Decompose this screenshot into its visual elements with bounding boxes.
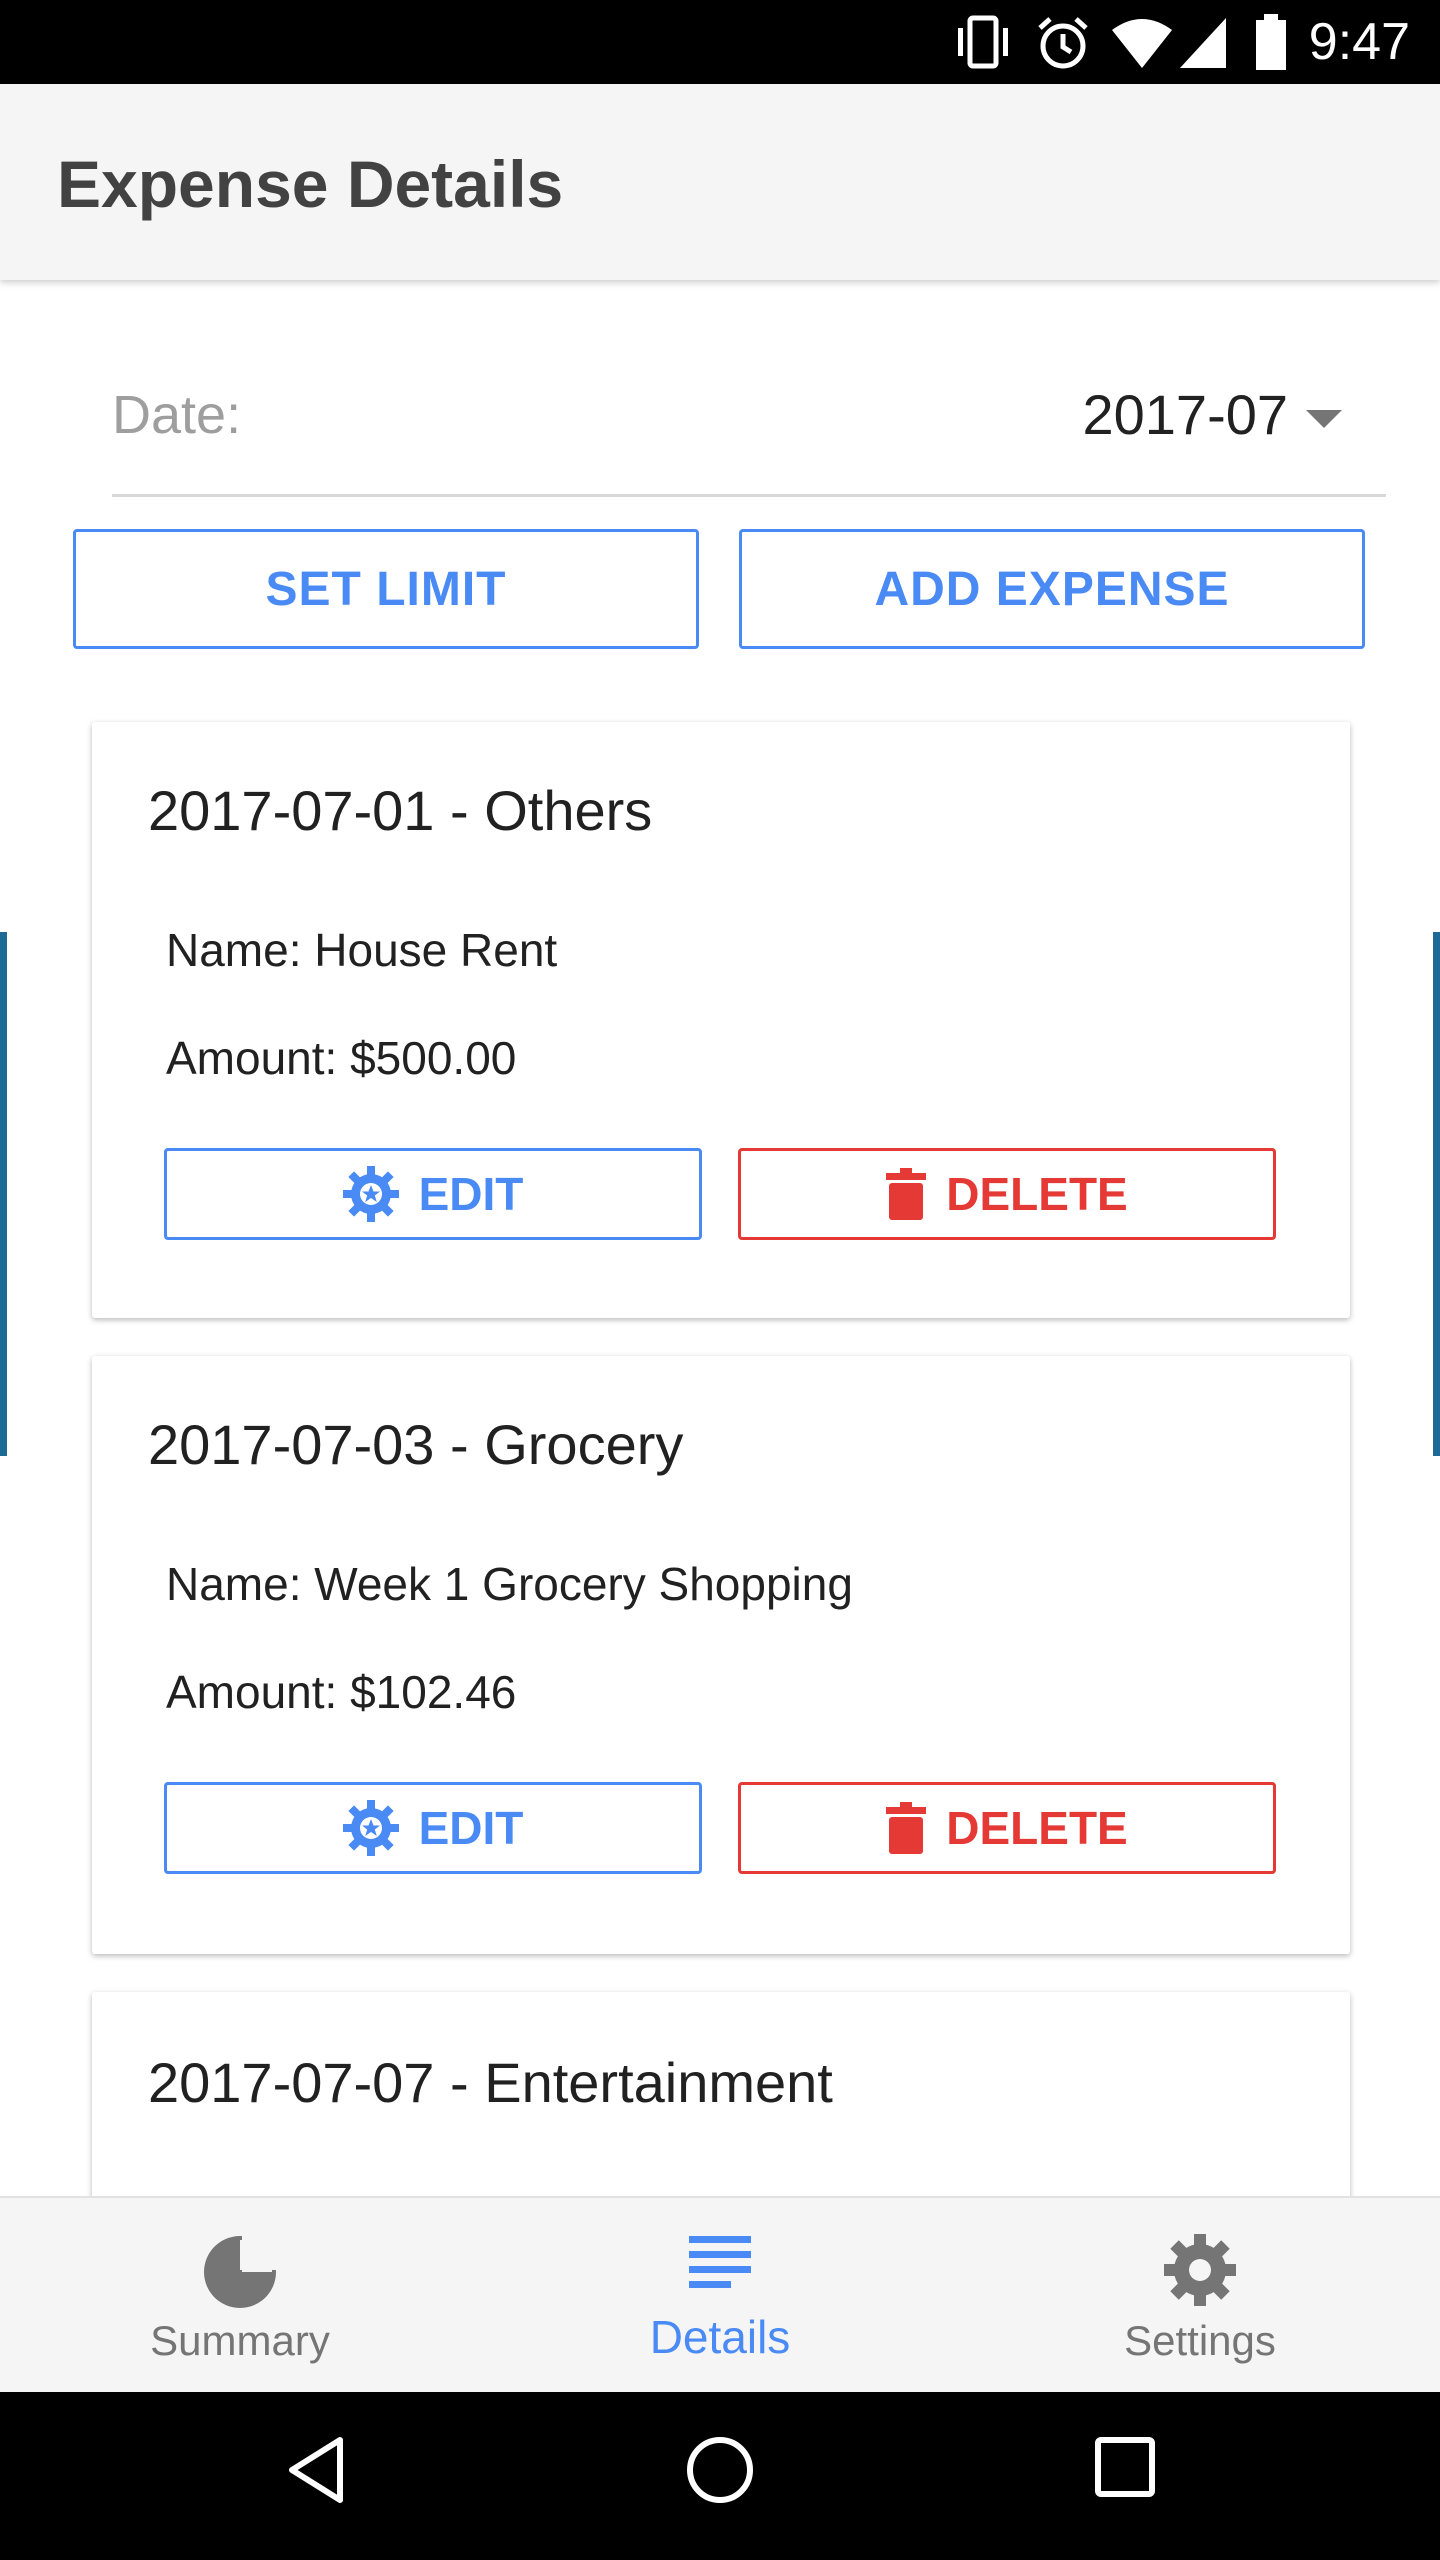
expense-title: 2017-07-01 - Others: [148, 779, 653, 842]
nav-summary[interactable]: Summary: [90, 2198, 390, 2394]
expense-name: Name: Week 1 Grocery Shopping: [166, 1558, 853, 1610]
expense-amount: Amount: $500.00: [166, 1032, 517, 1084]
bottom-navigation: Summary Details Settings: [0, 2196, 1440, 2392]
delete-button[interactable]: DELETE: [738, 1782, 1276, 1874]
pie-chart-icon: [202, 2234, 278, 2315]
expense-card: 2017-07-01 - Others Name: House Rent Amo…: [92, 722, 1350, 1318]
system-navigation-bar: [0, 2392, 1440, 2560]
dropdown-arrow-icon[interactable]: [1306, 410, 1342, 428]
expense-title: 2017-07-07 - Entertainment: [148, 2051, 833, 2114]
app-bar: Expense Details: [0, 84, 1440, 280]
recents-icon[interactable]: [1094, 2436, 1156, 2503]
wifi-icon: [1110, 14, 1174, 75]
nav-label: Summary: [150, 2317, 330, 2364]
right-edge-indicator: [1433, 932, 1440, 1456]
edit-button[interactable]: EDIT: [164, 1782, 702, 1874]
vibrate-icon: [950, 14, 1016, 75]
list-icon: [689, 2234, 751, 2299]
page-title: Expense Details: [57, 147, 564, 221]
nav-details[interactable]: Details: [570, 2198, 870, 2394]
trash-icon: [886, 1802, 927, 1854]
nav-settings[interactable]: Settings: [1050, 2198, 1350, 2394]
date-picker[interactable]: Date: 2017-07: [112, 370, 1386, 497]
status-time: 9:47: [1308, 13, 1410, 71]
delete-label: DELETE: [946, 1802, 1128, 1854]
edit-label: EDIT: [418, 1168, 524, 1220]
status-bar: 9:47: [0, 0, 1440, 84]
expense-card: 2017-07-03 - Grocery Name: Week 1 Grocer…: [92, 1356, 1350, 1954]
add-expense-button[interactable]: ADD EXPENSE: [739, 529, 1365, 649]
left-edge-indicator: [0, 932, 7, 1456]
expense-name: Name: House Rent: [166, 924, 558, 976]
alarm-icon: [1034, 14, 1092, 77]
gear-icon: [1164, 2234, 1236, 2311]
delete-label: DELETE: [946, 1168, 1128, 1220]
trash-icon: [886, 1168, 927, 1220]
edit-button[interactable]: EDIT: [164, 1148, 702, 1240]
home-icon[interactable]: [686, 2436, 754, 2509]
gear-icon: [342, 1166, 399, 1222]
back-icon[interactable]: [286, 2436, 346, 2509]
expense-amount: Amount: $102.46: [166, 1666, 517, 1718]
nav-label: Details: [649, 2311, 791, 2363]
signal-icon: [1178, 14, 1228, 75]
gear-icon: [342, 1800, 399, 1856]
nav-label: Settings: [1124, 2317, 1276, 2364]
set-limit-button[interactable]: SET LIMIT: [73, 529, 699, 649]
edit-label: EDIT: [418, 1802, 524, 1854]
expense-title: 2017-07-03 - Grocery: [148, 1413, 684, 1476]
date-select-value[interactable]: 2017-07: [1082, 380, 1288, 450]
delete-button[interactable]: DELETE: [738, 1148, 1276, 1240]
date-label: Date:: [112, 385, 242, 445]
battery-icon: [1254, 14, 1288, 77]
